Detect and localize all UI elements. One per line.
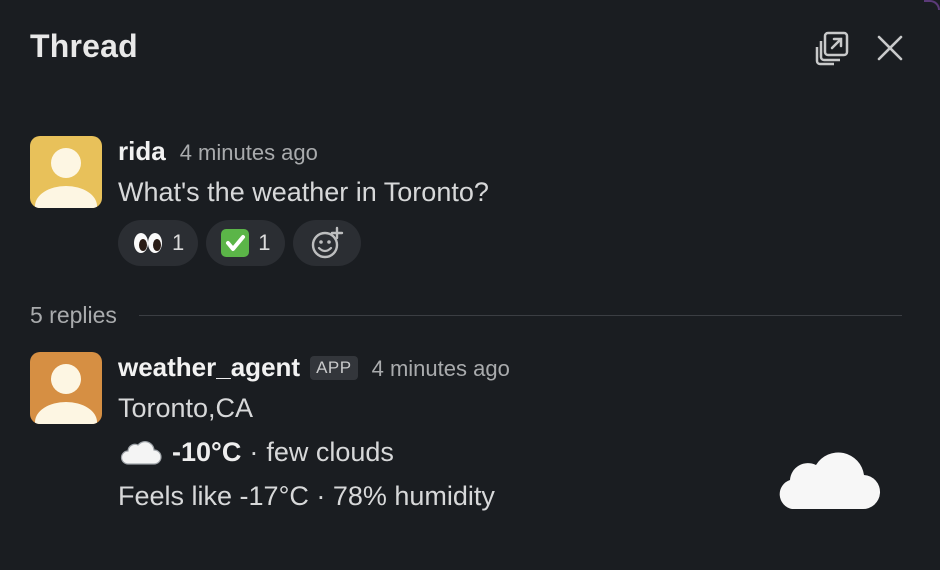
app-badge: APP: [310, 356, 358, 380]
popout-button[interactable]: [812, 28, 852, 68]
weather-condition: few clouds: [266, 437, 394, 467]
white-check-mark-icon: [220, 228, 250, 258]
reaction-eyes[interactable]: 1: [118, 220, 199, 266]
author-name[interactable]: rida: [118, 136, 166, 167]
cloud-icon: [120, 441, 162, 465]
separator: ·: [249, 437, 259, 467]
timestamp[interactable]: 4 minutes ago: [372, 356, 510, 382]
thread-title: Thread: [30, 28, 138, 64]
author-name[interactable]: weather_agent: [118, 352, 300, 383]
avatar[interactable]: [30, 352, 102, 424]
message-text: What's the weather in Toronto?: [118, 177, 489, 207]
close-button[interactable]: [870, 28, 910, 68]
weather-summary: -10°C · few clouds: [118, 430, 878, 474]
location-text: Toronto,CA: [118, 393, 254, 423]
add-reaction-icon: [311, 226, 343, 259]
message-body: weather_agent APP 4 minutes ago Toronto,…: [118, 352, 878, 518]
timestamp[interactable]: 4 minutes ago: [180, 140, 318, 166]
temperature: -10°C: [172, 437, 242, 467]
close-icon: [877, 35, 903, 61]
weather-details: Feels like -17°C · 78% humidity: [118, 481, 495, 511]
cloud-icon: [779, 452, 881, 510]
add-reaction-button[interactable]: [292, 220, 361, 266]
message-body: rida 4 minutes ago What's the weather in…: [118, 136, 878, 266]
reaction-check[interactable]: 1: [206, 220, 285, 266]
reactions-bar: 1 1: [118, 220, 878, 266]
eyes-icon: [132, 231, 164, 255]
popout-icon: [815, 31, 849, 66]
reply-count: 5 replies: [30, 301, 117, 328]
thread-header: Thread: [30, 28, 910, 68]
window-corner-accent: [924, 0, 940, 10]
divider-line: [138, 314, 902, 316]
reaction-count: 1: [258, 230, 271, 255]
avatar[interactable]: [30, 136, 102, 208]
replies-divider: 5 replies: [30, 298, 902, 332]
reaction-count: 1: [172, 230, 185, 255]
